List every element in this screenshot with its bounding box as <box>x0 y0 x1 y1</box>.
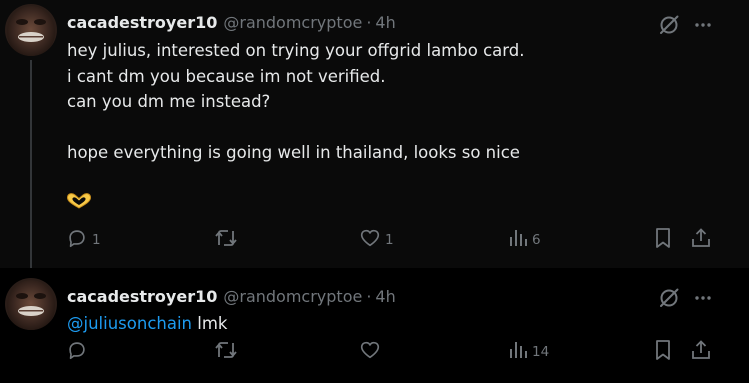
reply-button[interactable]: 1 <box>66 227 101 253</box>
avatar-image <box>5 4 57 56</box>
views-button[interactable]: 14 <box>508 339 549 365</box>
share-icon <box>690 339 712 365</box>
share-button[interactable] <box>690 339 712 365</box>
post-top-actions <box>657 13 715 37</box>
display-name[interactable]: cacadestroyer10 <box>67 287 217 306</box>
grok-icon[interactable] <box>657 13 681 37</box>
like-count: 1 <box>385 232 394 248</box>
user-handle[interactable]: @randomcryptoe <box>223 287 362 306</box>
views-count: 14 <box>532 344 550 360</box>
repost-icon <box>214 339 238 365</box>
heart-icon <box>359 339 381 365</box>
post-actions: 14 <box>0 339 749 365</box>
post-top-actions <box>657 286 715 310</box>
post[interactable]: cacadestroyer10 @randomcryptoe · 4h hey … <box>0 0 749 268</box>
post-text-line: hope everything is going well in thailan… <box>67 143 520 162</box>
mention-link[interactable]: @juliusonchain <box>67 314 192 333</box>
post-actions: 1 1 6 <box>0 227 749 253</box>
display-name[interactable]: cacadestroyer10 <box>67 13 217 32</box>
bookmark-button[interactable] <box>653 339 673 365</box>
separator-dot: · <box>366 12 372 32</box>
separator-dot: · <box>366 286 372 306</box>
avatar[interactable] <box>5 4 57 56</box>
repost-button[interactable] <box>214 339 242 365</box>
avatar[interactable] <box>5 278 57 330</box>
grok-icon[interactable] <box>657 286 681 310</box>
post-text-content: lmk <box>192 314 228 333</box>
views-icon <box>508 340 528 364</box>
more-icon[interactable] <box>691 286 715 310</box>
reply-icon <box>66 227 88 253</box>
views-button[interactable]: 6 <box>508 227 541 253</box>
views-count: 6 <box>532 232 541 248</box>
thread-connector <box>30 60 32 274</box>
post-time[interactable]: 4h <box>375 13 395 32</box>
post-header: cacadestroyer10 @randomcryptoe · 4h <box>67 11 396 33</box>
like-button[interactable] <box>359 339 385 365</box>
repost-icon <box>214 227 238 253</box>
bookmark-icon <box>653 339 673 365</box>
repost-button[interactable] <box>214 227 242 253</box>
reply-icon <box>66 339 88 365</box>
post-text: @juliusonchain lmk <box>67 311 227 337</box>
post-text-line: i cant dm you because im not verified. <box>67 66 386 86</box>
avatar-image <box>5 278 57 330</box>
user-handle[interactable]: @randomcryptoe <box>223 13 362 32</box>
more-icon[interactable] <box>691 13 715 37</box>
reply-button[interactable] <box>66 339 92 365</box>
like-button[interactable]: 1 <box>359 227 394 253</box>
share-button[interactable] <box>690 227 712 253</box>
post-time[interactable]: 4h <box>375 287 395 306</box>
post[interactable]: cacadestroyer10 @randomcryptoe · 4h @jul… <box>0 268 749 383</box>
reply-thread: cacadestroyer10 @randomcryptoe · 4h hey … <box>0 0 749 383</box>
bookmark-button[interactable] <box>653 227 673 253</box>
post-text-line: can you dm me instead? <box>67 92 271 111</box>
post-header: cacadestroyer10 @randomcryptoe · 4h <box>67 285 396 307</box>
views-icon <box>508 228 528 252</box>
post-text: hey julius, interested on trying your of… <box>67 38 524 166</box>
heart-icon <box>359 227 381 253</box>
bookmark-icon <box>653 227 673 253</box>
share-icon <box>690 227 712 253</box>
reply-count: 1 <box>92 232 101 248</box>
heart-hands-emoji <box>66 191 92 211</box>
post-text-line: hey julius, interested on trying your of… <box>67 41 525 60</box>
